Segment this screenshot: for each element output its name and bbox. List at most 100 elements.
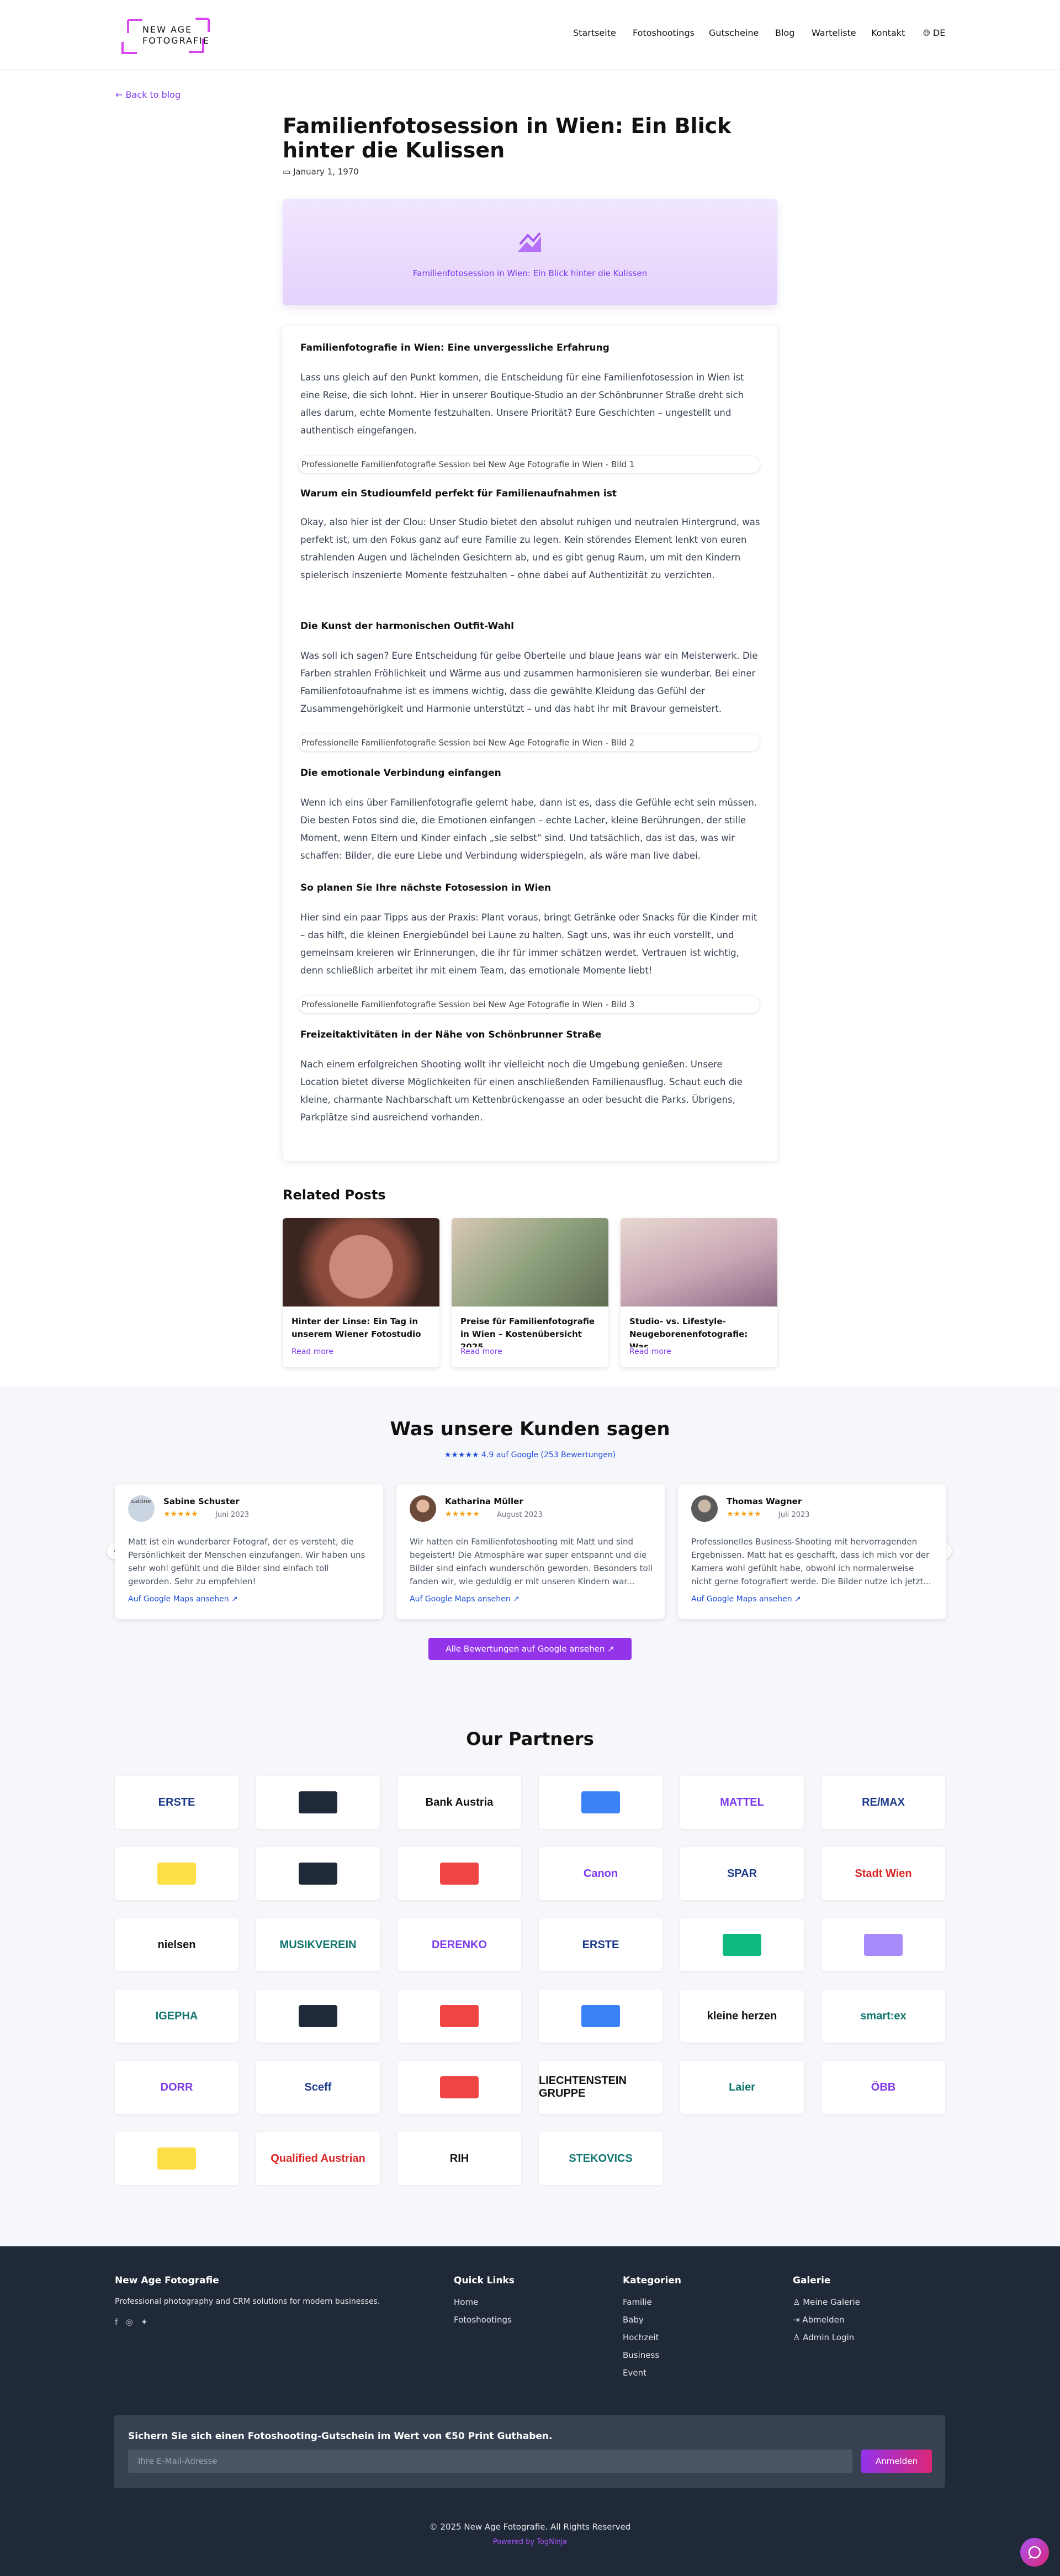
categories-title: Kategorien [623,2275,681,2286]
google-maps-link[interactable]: Auf Google Maps ansehen ↗ [128,1595,238,1604]
read-more-link[interactable]: Read more [452,1347,608,1356]
category-link[interactable]: Baby [623,2315,644,2325]
partner-logo-text: LIECHTENSTEIN GRUPPE [539,2075,627,2099]
category-link[interactable]: Business [623,2350,659,2360]
category-link[interactable]: Hochzeit [623,2332,659,2342]
article-heading: Warum ein Studioumfeld perfekt für Famil… [300,488,617,499]
partner-logo [115,2132,239,2185]
google-maps-link[interactable]: Auf Google Maps ansehen ↗ [691,1595,801,1604]
powered-by[interactable]: Powered by TogNinja [0,2538,1060,2546]
partner-logo-text: Laier [729,2081,755,2093]
my-gallery-label: Meine Galerie [803,2297,860,2307]
category-link[interactable]: Event [623,2368,646,2378]
nav-kontakt[interactable]: Kontakt [871,28,905,38]
reviews-title: Was unsere Kunden sagen [390,1418,670,1440]
partner-logo [115,1847,239,1900]
hero-image-placeholder: Familienfotosession in Wien: Ein Blick h… [283,199,777,305]
review-text: Professionelles Business-Shooting mit he… [691,1537,931,1586]
partner-logo [398,2061,521,2114]
nav-blog[interactable]: Blog [775,28,794,38]
category-link[interactable]: Familie [623,2297,652,2307]
partner-logo-text: DERENKO [431,1938,487,1951]
partner-logo [256,1776,380,1829]
partner-logo-text: ERSTE [158,1796,195,1808]
partner-logo-text: Stadt Wien [855,1867,912,1880]
nav-startseite[interactable]: Startseite [573,28,616,38]
partner-logo: Sceff [256,2061,380,2114]
article-paragraph: Nach einem erfolgreichen Shooting wollt … [300,1059,743,1123]
partner-logo-graphic [440,1863,479,1885]
back-to-blog-link[interactable]: ← Back to blog [115,89,181,100]
google-maps-link[interactable]: Auf Google Maps ansehen ↗ [410,1595,520,1604]
review-date: Juni 2023 [215,1511,250,1519]
reviewer-name: Thomas Wagner [727,1496,802,1506]
partner-logo-text: RE/MAX [862,1796,905,1808]
nav-fotoshootings[interactable]: Fotoshootings [633,28,695,38]
chat-button[interactable] [1020,2538,1049,2567]
article-paragraph: Was soll ich sagen? Eure Entscheidung fü… [300,650,758,714]
partners-title: Our Partners [466,1728,594,1749]
newsletter-subscribe-button[interactable]: Anmelden [861,2450,932,2473]
article-paragraph: Lass uns gleich auf den Punkt kommen, di… [300,372,744,436]
instagram-icon[interactable]: ◎ [126,2317,133,2327]
footer-link-home[interactable]: Home [454,2297,478,2307]
partner-logo [256,1990,380,2043]
partner-logo-graphic [299,2005,337,2027]
partner-logo-text: Qualified Austrian [271,2152,365,2165]
partner-logo-graphic [581,2005,620,2027]
avatar: Sabine [128,1495,155,1522]
all-reviews-button[interactable]: Alle Bewertungen auf Google ansehen ↗ [428,1638,632,1660]
article-paragraph: Wenn ich eins über Familienfotografie ge… [300,797,757,861]
facebook-icon[interactable]: f [115,2317,118,2327]
logout-link[interactable]: ⇥ Abmelden [793,2315,844,2325]
avatar [691,1495,718,1522]
reviews-summary[interactable]: ★★★★★ 4.9 auf Google (253 Bewertungen) [0,1451,1060,1459]
social-icons: f ◎ ✦ [115,2317,148,2327]
article-heading: So planen Sie Ihre nächste Fotosession i… [300,882,552,893]
article-heading: Freizeitaktivitäten in der Nähe von Schö… [300,1029,602,1040]
nav-gutscheine[interactable]: Gutscheine [709,28,759,38]
logout-icon: ⇥ [793,2315,803,2325]
read-more-link[interactable]: Read more [283,1347,439,1356]
partner-logo: Canon [539,1847,662,1900]
post-card-title: Hinter der Linse: Ein Tag in unserem Wie… [292,1316,421,1339]
related-posts-title: Related Posts [283,1187,386,1203]
related-post-card[interactable]: Preise für Familienfotografie in Wien – … [452,1218,608,1367]
partner-logo: IGEPHA [115,1990,239,2043]
partner-logo-text: STEKOVICS [569,2152,633,2165]
read-more-link[interactable]: Read more [621,1347,777,1356]
partner-logo: LIECHTENSTEIN GRUPPE [539,2061,662,2114]
my-gallery-link[interactable]: ♙ Meine Galerie [793,2297,860,2307]
article-heading: Familienfotografie in Wien: Eine unverge… [300,342,610,353]
review-date: August 2023 [497,1511,543,1519]
logo-text-line1: NEW AGE [142,24,193,35]
partner-logo-text: MUSIKVEREIN [279,1938,357,1951]
site-logo[interactable]: NEW AGE FOTOGRAFIE [120,17,211,55]
admin-login-label: Admin Login [803,2332,855,2342]
newsletter-title: Sichern Sie sich einen Fotoshooting-Guts… [128,2431,553,2442]
footer-brand: New Age Fotografie [115,2275,219,2286]
partner-logo: Stadt Wien [822,1847,945,1900]
globe-icon: 🌐︎ [923,28,930,38]
newsletter-email-input[interactable]: Ihre E-Mail-Adresse [128,2450,852,2473]
twitter-icon[interactable]: ✦ [141,2317,148,2327]
partner-logo-text: MATTEL [720,1796,764,1808]
partner-logo-graphic [157,2147,196,2170]
partner-logo-graphic [864,1934,903,1956]
partner-logo-graphic [157,1863,196,1885]
related-post-card[interactable]: Hinter der Linse: Ein Tag in unserem Wie… [283,1218,439,1367]
post-thumbnail [452,1218,608,1306]
admin-login-link[interactable]: ♙ Admin Login [793,2332,854,2342]
partner-logo-graphic [299,1863,337,1885]
partner-logo-text: nielsen [157,1938,196,1951]
partner-logo-graphic [440,2005,479,2027]
article-heading: Die Kunst der harmonischen Outfit-Wahl [300,621,515,632]
article-paragraph: Okay, also hier ist der Clou: Unser Stud… [300,517,760,580]
footer-link-fotoshootings[interactable]: Fotoshootings [454,2315,512,2325]
nav-warteliste[interactable]: Warteliste [812,28,856,38]
arrow-left-icon: ← [115,89,126,100]
partner-logo: smart:ex [822,1990,945,2043]
partner-logo-graphic [723,1934,761,1956]
language-switcher[interactable]: 🌐︎ DE [923,28,945,39]
related-post-card[interactable]: Studio- vs. Lifestyle-Neugeborenenfotogr… [621,1218,777,1367]
